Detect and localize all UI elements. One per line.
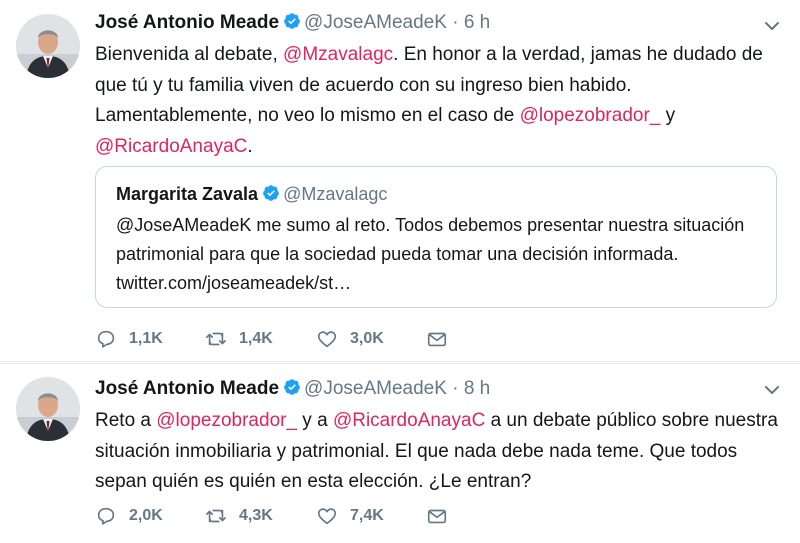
retweet-button[interactable]: 1,4K (205, 324, 273, 354)
like-count: 3,0K (350, 330, 384, 347)
text-segment: y (660, 105, 676, 126)
chevron-down-icon[interactable] (762, 16, 782, 36)
separator-dot: · (452, 12, 459, 33)
author-name[interactable]: José Antonio Meade (95, 378, 279, 399)
mention-link[interactable]: @lopezobrador_ (520, 105, 661, 126)
avatar[interactable] (16, 14, 80, 78)
reply-icon (97, 330, 115, 348)
verified-badge-icon (263, 185, 279, 201)
retweet-icon (206, 509, 226, 523)
author-name[interactable]: José Antonio Meade (95, 12, 279, 33)
verified-badge-icon (284, 379, 300, 395)
like-icon (317, 508, 337, 525)
quoted-author-handle: @Mzavalagc (283, 184, 388, 204)
retweet-icon (206, 332, 226, 346)
mention-link[interactable]: @lopezobrador_ (156, 410, 297, 431)
reply-count: 2,0K (129, 507, 163, 524)
separator-dot: · (452, 378, 459, 399)
quoted-tweet-header: Margarita Zavala @Mzavalagc (116, 180, 756, 208)
like-button[interactable]: 7,4K (316, 501, 384, 531)
tweet-time[interactable]: 8 h (464, 378, 490, 399)
reply-button[interactable]: 1,1K (95, 324, 163, 354)
text-segment: . (247, 135, 253, 157)
mention-link[interactable]: @Mzavalagc (283, 44, 393, 65)
mention-link[interactable]: @RicardoAnayaC (333, 410, 485, 431)
direct-message-button[interactable] (426, 501, 460, 531)
quoted-tweet-text: @JoseAMeadeK me sumo al reto. Todos debe… (116, 215, 745, 293)
quoted-tweet[interactable]: Margarita Zavala @Mzavalagc @JoseAMeadeK … (95, 166, 777, 308)
author-handle[interactable]: @JoseAMeadeK (304, 12, 447, 33)
tweet-text: Reto a @lopezobrador_ y a @RicardoAnayaC… (95, 406, 780, 498)
retweet-count: 1,4K (239, 330, 273, 347)
avatar-photo (16, 14, 80, 78)
avatar[interactable] (16, 377, 80, 441)
direct-message-icon (427, 509, 447, 524)
chevron-down-icon[interactable] (762, 380, 782, 400)
like-icon (317, 331, 337, 348)
like-button[interactable]: 3,0K (316, 324, 384, 354)
text-segment: Bienvenida al debate, (95, 44, 284, 65)
tweet[interactable]: José Antonio Meade @JoseAMeadeK · 8 h Ret… (0, 363, 800, 543)
tweet[interactable]: José Antonio Meade @JoseAMeadeK · 6 h Bie… (0, 0, 800, 362)
mention-link[interactable]: @RicardoAnayaC (95, 136, 247, 157)
verified-badge-icon (284, 13, 300, 29)
reply-count: 1,1K (129, 330, 163, 347)
tweet-text: Bienvenida al debate, @Mzavalagc. En hon… (95, 40, 780, 162)
tweet-time[interactable]: 6 h (464, 12, 490, 33)
like-count: 7,4K (350, 507, 384, 524)
direct-message-icon (427, 332, 447, 347)
tweet-header: José Antonio Meade @JoseAMeadeK · 6 h (95, 8, 750, 38)
direct-message-button[interactable] (426, 324, 460, 354)
retweet-count: 4,3K (239, 507, 273, 524)
retweet-button[interactable]: 4,3K (205, 501, 273, 531)
reply-button[interactable]: 2,0K (95, 501, 163, 531)
tweet-header: José Antonio Meade @JoseAMeadeK · 8 h (95, 374, 750, 404)
text-segment: y a (297, 410, 333, 431)
author-handle[interactable]: @JoseAMeadeK (304, 378, 447, 399)
reply-icon (97, 507, 115, 525)
text-segment: Reto a (95, 410, 157, 431)
quoted-author-name: Margarita Zavala (116, 184, 259, 204)
avatar-photo (16, 377, 80, 441)
